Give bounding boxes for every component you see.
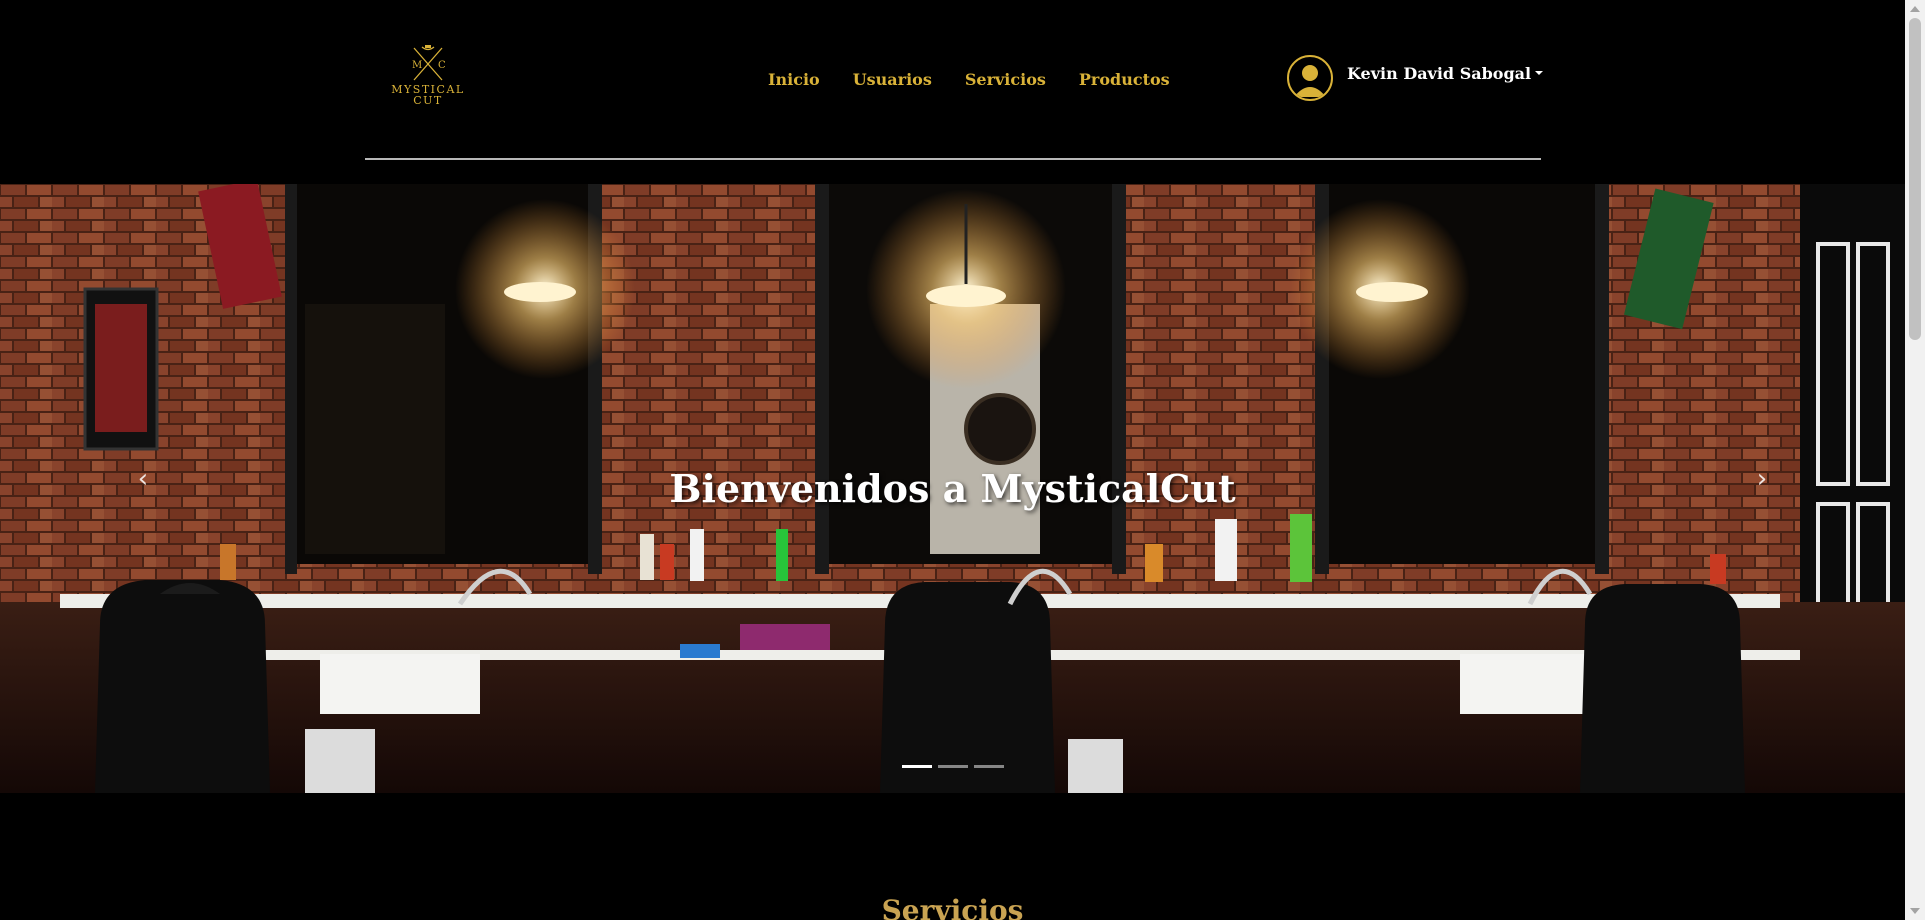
chevron-left-icon: ‹	[137, 464, 149, 494]
caret-down-icon	[1535, 70, 1544, 75]
carousel-indicator-2[interactable]	[938, 765, 968, 768]
user-name-dropdown[interactable]: Kevin David Sabogal	[1347, 63, 1544, 83]
hero-title: Bienvenidos a MysticalCut	[669, 466, 1236, 511]
scissors-logo-icon: M C	[412, 45, 446, 81]
logo-initial-c: C	[438, 60, 446, 71]
logo-initial-m: M	[412, 60, 422, 71]
header: M C MYSTICAL CUT Inicio Usuarios Servici…	[0, 0, 1905, 180]
nav-item-productos[interactable]: Productos	[1079, 70, 1170, 89]
services-section-title: Servicios	[881, 894, 1024, 920]
chevron-right-icon: ›	[1756, 464, 1768, 494]
nav-item-usuarios[interactable]: Usuarios	[853, 70, 932, 89]
page: M C MYSTICAL CUT Inicio Usuarios Servici…	[0, 0, 1925, 920]
main-nav: Inicio Usuarios Servicios Productos	[768, 70, 1203, 89]
carousel-indicators	[902, 765, 1004, 768]
header-divider	[365, 158, 1541, 160]
nav-item-servicios[interactable]: Servicios	[965, 70, 1046, 89]
user-avatar-icon[interactable]	[1287, 55, 1333, 101]
scrollbar-thumb[interactable]	[1909, 18, 1921, 340]
carousel-indicator-1[interactable]	[902, 765, 932, 768]
carousel-next-button[interactable]: ›	[1747, 464, 1777, 494]
user-name-label: Kevin David Sabogal	[1347, 63, 1532, 83]
user-menu[interactable]: Kevin David Sabogal	[1287, 55, 1544, 101]
hero-carousel: Bienvenidos a MysticalCut ‹ ›	[0, 184, 1905, 793]
scroll-up-icon[interactable]	[1910, 6, 1920, 12]
carousel-indicator-3[interactable]	[974, 765, 1004, 768]
brand-logo[interactable]: M C MYSTICAL CUT	[388, 44, 468, 118]
carousel-prev-button[interactable]: ‹	[128, 464, 158, 494]
nav-item-inicio[interactable]: Inicio	[768, 70, 820, 89]
logo-line2: CUT	[413, 94, 443, 107]
page-scrollbar[interactable]	[1905, 0, 1925, 920]
scroll-down-icon[interactable]	[1910, 908, 1920, 914]
